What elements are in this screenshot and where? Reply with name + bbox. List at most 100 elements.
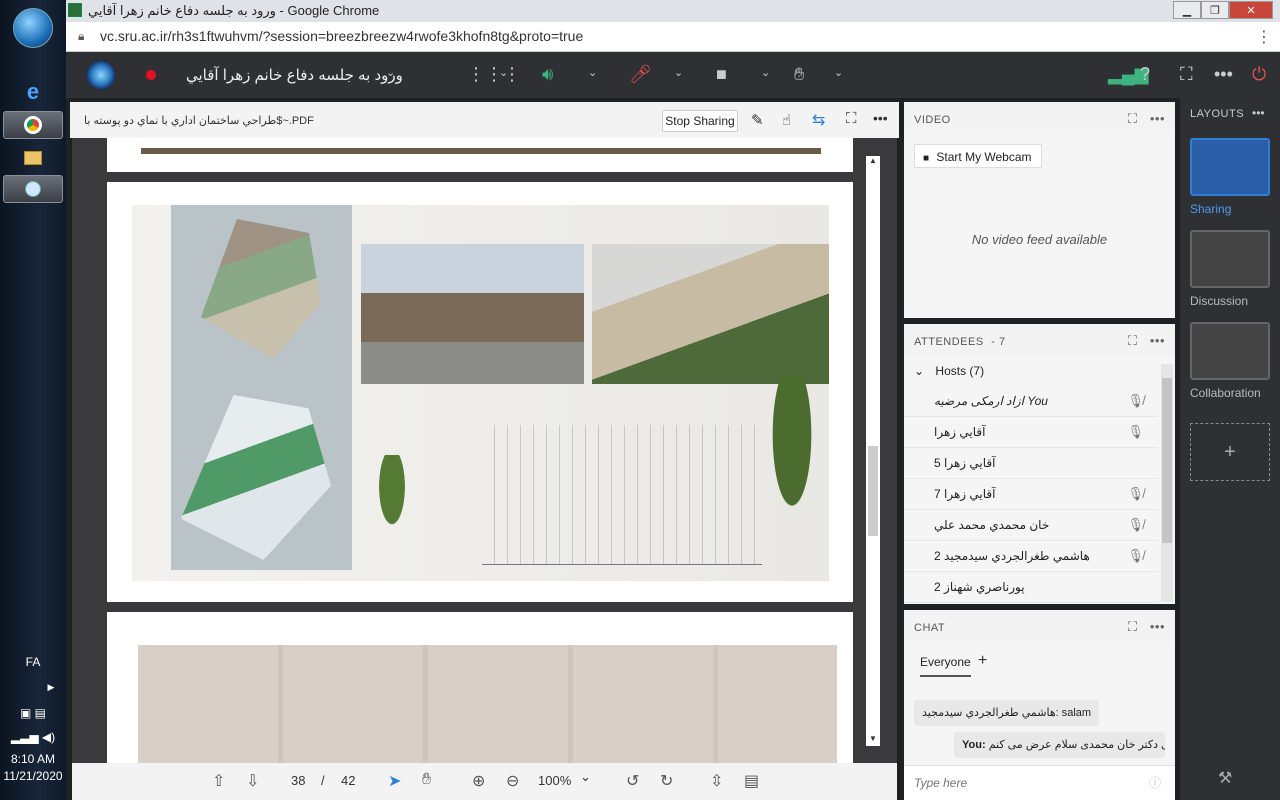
current-page [107, 182, 853, 602]
language-indicator[interactable]: FA [0, 655, 66, 669]
scroll-up-icon[interactable]: ▲ [869, 156, 877, 165]
layouts-title: LAYOUTS [1190, 108, 1245, 120]
zoom-level[interactable]: 100% [538, 773, 571, 788]
tray-time[interactable]: 8:10 AM [0, 752, 66, 766]
title-bar: ورود به جلسه دفاع خانم زهرا آقايي - Goog… [66, 0, 1280, 22]
browser-menu-icon[interactable]: ⋮ [1256, 27, 1272, 47]
raise-hand-chevron-icon[interactable]: ⌄ [834, 66, 843, 79]
tray-icons[interactable]: ▣ ▤ [0, 706, 66, 720]
layout-tools-icon[interactable]: ⚒ [1218, 768, 1232, 788]
attendee-name: آقايي زهرا 5 [934, 456, 996, 470]
meeting-menu-chevron-icon[interactable]: ⌄ [386, 66, 395, 79]
tree-right [762, 375, 822, 545]
axonometric-diagram-bottom [181, 395, 331, 560]
speaker-chevron-icon[interactable]: ⌄ [588, 66, 597, 79]
tray-date[interactable]: 11/21/2020 [0, 769, 66, 783]
speaker-icon[interactable]: 🔊︎ [542, 64, 553, 85]
download-doc-icon[interactable]: ▤ [744, 771, 759, 791]
attendees-pod-icons[interactable]: ⛶ ••• [1128, 333, 1165, 349]
camera-chevron-icon[interactable]: ⌄ [761, 66, 770, 79]
start-webcam-button[interactable]: ■ Start My Webcam [914, 144, 1042, 168]
attendee-row[interactable]: خان محمدي محمد علي 🎙︎̸ [904, 510, 1158, 541]
attendee-scroll-thumb[interactable] [1162, 378, 1172, 543]
ie-taskbar-icon[interactable]: e [3, 78, 63, 106]
stop-sharing-button[interactable]: Stop Sharing [662, 110, 738, 132]
chat-input[interactable] [904, 765, 1175, 800]
layout-discussion-label[interactable]: Discussion [1190, 294, 1248, 308]
attendee-row[interactable]: پورناصري شهناز 2 [904, 572, 1158, 603]
chat-info-icon[interactable]: ⓘ [1149, 774, 1161, 791]
chat-tab-everyone[interactable]: Everyone [920, 655, 971, 677]
scroll-down-icon[interactable]: ▼ [869, 734, 877, 743]
recording-indicator-icon[interactable] [146, 70, 156, 80]
attendee-row[interactable]: ازاد ارمکی مرضیه You 🎙︎̸ [904, 386, 1158, 417]
axonometric-diagram-top [201, 219, 321, 359]
chat-tab-label: Everyone [920, 655, 971, 669]
next-page-icon[interactable]: ⇩ [246, 771, 259, 791]
layout-collaboration-label[interactable]: Collaboration [1190, 386, 1261, 400]
hosts-group[interactable]: ⌄ Hosts (7) [914, 364, 984, 378]
apps-chevron-icon[interactable]: ⌄ [499, 66, 508, 79]
section-drawing [482, 425, 762, 565]
pan-tool-icon[interactable]: ✋︎ [422, 771, 431, 789]
restore-button[interactable]: ❐ [1201, 1, 1229, 19]
chrome-taskbar-icon[interactable] [3, 111, 63, 139]
pod-menu-icon[interactable]: ••• [873, 110, 888, 126]
adobe-connect-logo-icon[interactable] [86, 60, 116, 90]
chat-pod-icons[interactable]: ⛶ ••• [1128, 619, 1165, 635]
camera-icon[interactable]: ■ [716, 64, 727, 85]
fit-page-icon[interactable]: ⇳ [710, 771, 723, 791]
webcam-icon: ■ [923, 153, 930, 164]
scroll-thumb[interactable] [868, 446, 878, 536]
layout-sharing-label[interactable]: Sharing [1190, 202, 1231, 216]
network-volume-icon[interactable]: ▂▃▅ ◀) [0, 730, 66, 744]
attendee-scrollbar[interactable] [1161, 364, 1173, 602]
more-options-icon[interactable]: ••• [1214, 64, 1233, 85]
video-pod-icons[interactable]: ⛶ ••• [1128, 111, 1165, 127]
zoom-out-icon[interactable]: ⊖ [506, 771, 519, 791]
attendee-name: خان محمدي محمد علي [934, 518, 1050, 532]
draw-icon[interactable]: ✎ [751, 111, 764, 129]
sync-icon[interactable]: ⇆ [812, 110, 825, 130]
page-current[interactable]: 38 [291, 773, 305, 788]
address-bar[interactable]: 🔒︎ vc.sru.ac.ir/rh3s1ftwuhvm/?session=br… [66, 22, 1280, 52]
new-chat-tab-icon[interactable]: + [978, 652, 987, 670]
fullscreen-icon[interactable]: ⛶ [1180, 64, 1193, 85]
prev-page-icon[interactable]: ⇧ [212, 771, 225, 791]
pointer-icon[interactable]: ☝︎ [782, 111, 791, 129]
paint-taskbar-icon[interactable] [3, 175, 63, 203]
layout-sharing-thumb[interactable] [1190, 138, 1270, 196]
start-button[interactable] [13, 8, 53, 48]
mic-muted-icon[interactable]: 🎤︎ [629, 64, 652, 85]
fit-icon[interactable]: ⛶ [846, 110, 857, 127]
meeting-title[interactable]: ورود به جلسه دفاع خانم زهرا آقايي [186, 66, 403, 84]
zoom-chevron-icon[interactable]: ⌄ [580, 769, 591, 785]
layout-discussion-thumb[interactable] [1190, 230, 1270, 288]
attendee-row[interactable]: هاشمي طغرالجردي سيدمجيد 2 🎙︎̸ [904, 541, 1158, 572]
folder-taskbar-icon[interactable] [3, 144, 63, 172]
add-layout-button[interactable]: + [1190, 423, 1270, 481]
chat-text-own: آقای دکتر خان محمدی سلام عرض می کنم [988, 739, 1165, 751]
mic-chevron-icon[interactable]: ⌄ [674, 66, 683, 79]
raise-hand-icon[interactable]: ✋︎ [794, 64, 804, 85]
attendee-row[interactable]: آقايي زهرا 🎙︎ [904, 417, 1158, 448]
url-text[interactable]: vc.sru.ac.ir/rh3s1ftwuhvm/?session=breez… [100, 28, 583, 44]
power-icon[interactable]: ⏻ [1252, 64, 1266, 85]
zoom-in-icon[interactable]: ⊕ [472, 771, 485, 791]
rotate-right-icon[interactable]: ↻ [660, 771, 673, 791]
attendee-row[interactable]: آقايي زهرا 7 🎙︎̸ [904, 479, 1158, 510]
layouts-panel: LAYOUTS ••• Sharing Discussion Collabora… [1180, 98, 1280, 800]
layout-collaboration-thumb[interactable] [1190, 322, 1270, 380]
apps-grid-icon[interactable]: ⋮⋮⋮ [467, 64, 521, 85]
select-tool-icon[interactable]: ➤ [388, 771, 401, 791]
document-viewer[interactable]: ▲ ▼ [72, 138, 897, 763]
rotate-left-icon[interactable]: ↺ [626, 771, 639, 791]
layouts-menu-icon[interactable]: ••• [1252, 106, 1265, 120]
help-icon[interactable]: ? [1140, 64, 1150, 85]
attendee-row[interactable]: آقايي زهرا 5 [904, 448, 1158, 479]
close-window-button[interactable]: ✕ [1229, 1, 1273, 19]
attendee-name: ازاد ارمکی مرضیه You [934, 394, 1048, 408]
axonometric-panel [171, 205, 352, 570]
viewer-scrollbar[interactable]: ▲ ▼ [866, 156, 880, 746]
minimize-button[interactable]: ▁ [1173, 1, 1201, 19]
